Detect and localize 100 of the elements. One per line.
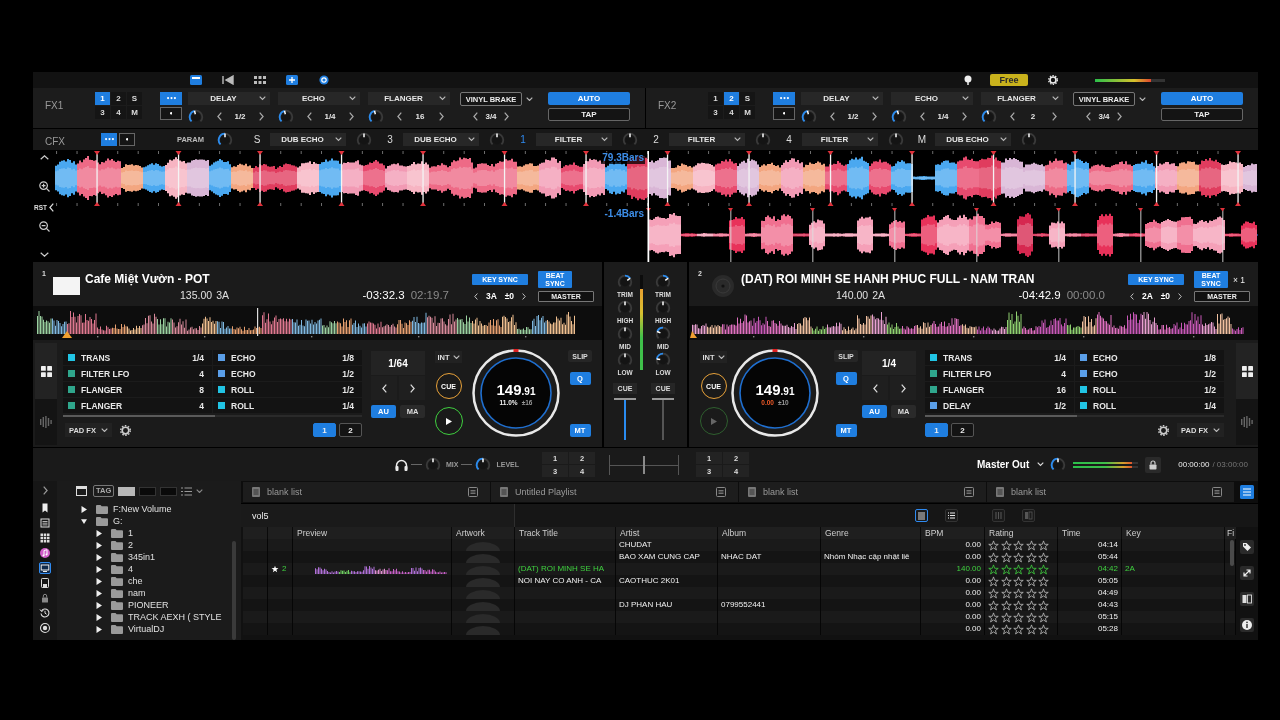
chevron-right-icon[interactable] [439,112,444,121]
fx-mode-button[interactable] [773,92,795,105]
star-icon[interactable] [1000,587,1012,599]
star-icon[interactable] [1025,539,1037,551]
caret-right-icon[interactable] [96,565,102,573]
star-icon[interactable] [1013,539,1024,551]
grid-icon[interactable] [1241,365,1253,377]
star-icon[interactable] [1000,599,1012,611]
chevron-right-icon[interactable] [872,112,877,121]
caret-icon[interactable] [526,96,533,102]
performance-pad[interactable]: TRANS 1/4 [63,350,212,365]
star-icon[interactable] [988,623,999,635]
performance-pad[interactable]: FLANGER 4 [63,398,212,413]
channel-assign-button[interactable]: 4 [111,106,126,119]
star-icon[interactable] [1013,587,1024,599]
chevron-right-icon[interactable] [1052,112,1057,121]
chevron-left-icon[interactable] [920,112,925,121]
performance-pad[interactable]: ECHO 1/2 [1075,366,1224,381]
crossfader[interactable] [609,454,679,475]
effect-knob[interactable] [1021,131,1037,148]
document-icon[interactable] [716,487,726,497]
star-icon[interactable] [1000,539,1012,551]
playlist-tab[interactable]: blank list [987,482,1234,502]
chevron-right-icon[interactable] [504,111,509,121]
auto-button[interactable]: AUTO [548,92,630,105]
channel-assign-button[interactable]: M [127,106,142,119]
channel-fader[interactable] [651,398,675,440]
star-icon[interactable] [1025,587,1037,599]
star-icon[interactable] [1025,623,1037,635]
caret-right-icon[interactable] [81,505,87,513]
performance-pad[interactable]: FLANGER 16 [925,382,1074,397]
folder-name[interactable]: che [128,575,143,587]
pad-page-button[interactable]: 1 [925,423,948,437]
document-icon[interactable] [964,487,974,497]
caret-right-icon[interactable] [96,589,102,597]
play-button[interactable] [434,407,463,435]
list-icon[interactable] [181,486,193,496]
document-icon[interactable] [468,487,478,497]
effect-dropdown[interactable]: FLANGER [981,92,1063,105]
effect-knob[interactable] [622,131,638,148]
grid-icon[interactable] [39,532,51,544]
effect-knob[interactable] [188,108,204,125]
eq-knob[interactable] [655,352,671,368]
folder-name[interactable]: nam [128,587,146,599]
star-icon[interactable] [1000,611,1012,623]
star-icon[interactable] [1000,563,1012,575]
star-icon[interactable] [1038,599,1049,611]
effect-knob[interactable] [755,131,771,148]
performance-pad[interactable]: ECHO 1/8 [213,350,362,365]
star-icon[interactable] [1013,563,1024,575]
effect-knob[interactable] [278,108,294,125]
channel-fader[interactable] [613,398,637,440]
star-icon[interactable] [1038,575,1049,587]
gear-icon[interactable] [1048,75,1058,85]
effect-knob[interactable] [489,131,505,148]
channel-label[interactable]: 4 [782,134,796,145]
star-icon[interactable] [1000,623,1012,635]
performance-pad[interactable]: TRANS 1/4 [925,350,1074,365]
star-icon[interactable] [988,539,999,551]
column-header[interactable]: Rating [989,528,1014,538]
param-knob[interactable] [217,131,233,148]
channel-assign-button[interactable]: S [127,92,142,105]
chevron-left-icon[interactable] [830,112,835,121]
list-view-icon[interactable] [915,509,928,522]
effect-dropdown[interactable]: DUB ECHO [935,133,1011,146]
channel-assign-button[interactable]: 2 [724,92,739,105]
monitor-icon[interactable] [39,562,51,574]
playlist-tab[interactable]: Untitled Playlist [491,482,738,502]
chevron-left-icon[interactable] [1086,111,1091,121]
settings-icon[interactable] [119,424,131,436]
folder-name[interactable]: 2 [128,539,133,551]
resize-icon[interactable] [1240,566,1254,580]
star-icon[interactable] [988,575,999,587]
folder-name[interactable]: F:New Volume [113,503,172,515]
level-knob[interactable] [475,456,492,473]
table-row[interactable]: CHUDAT 0.00 04:14 [243,539,1236,551]
zoom-in-icon[interactable] [38,181,50,192]
pin-icon[interactable] [963,75,973,85]
chevron-right-icon[interactable] [522,292,526,300]
performance-pad[interactable]: ROLL 1/4 [213,398,362,413]
folder-name[interactable]: PIONEER [128,599,169,611]
column-header[interactable]: BPM [925,528,944,538]
star-icon[interactable] [1025,611,1037,623]
tap-button[interactable]: TAP [548,108,630,121]
star-icon[interactable] [1013,575,1024,587]
fx-mode-button[interactable] [160,107,182,120]
star-icon[interactable] [1000,551,1012,563]
auto-button[interactable]: AUTO [1161,92,1243,105]
folder-name[interactable]: 1 [128,527,133,539]
waveform-icon[interactable] [1241,416,1253,428]
star-icon[interactable] [1038,623,1049,635]
chevron-left-icon[interactable] [474,292,478,300]
master-knob[interactable] [1050,456,1067,473]
star-icon[interactable] [988,551,999,563]
folder-name[interactable]: TRACK AEXH ( STYLE [128,611,222,623]
column-header[interactable]: Artwork [456,528,485,538]
star-icon[interactable] [1038,587,1049,599]
table-row[interactable]: 0.00 04:49 [243,587,1236,599]
performance-pad[interactable]: ECHO 1/2 [213,366,362,381]
caret-right-icon[interactable] [96,625,102,633]
